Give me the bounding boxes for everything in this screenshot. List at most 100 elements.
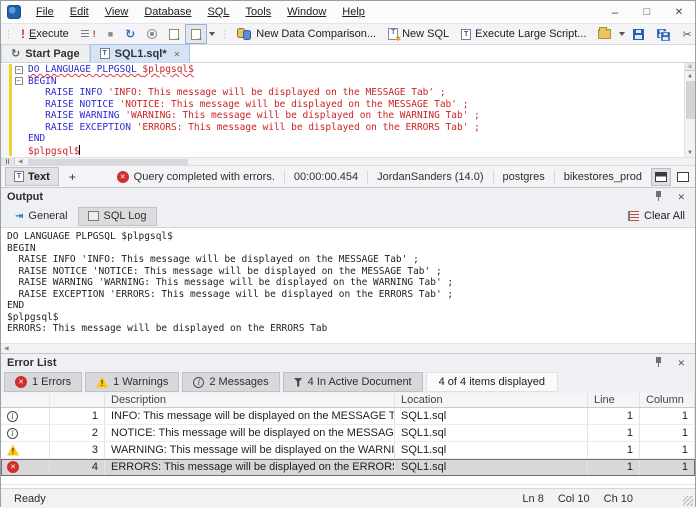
error-close-icon[interactable] xyxy=(677,357,685,369)
execute-button[interactable]: ! Execute xyxy=(15,24,75,44)
text-cursor xyxy=(79,144,81,155)
scroll-thumb[interactable] xyxy=(685,81,695,119)
error-pin-icon[interactable] xyxy=(654,356,663,367)
history-button[interactable]: ↻ xyxy=(119,24,141,44)
save-button[interactable] xyxy=(627,24,650,44)
editor-horizontal-scrollbar[interactable]: ◀ xyxy=(1,157,695,166)
execute-script-button[interactable]: ! xyxy=(75,24,102,44)
col-column[interactable]: Column xyxy=(640,393,695,407)
tab-sql1-sql-[interactable]: SQL1.sql* xyxy=(89,44,191,62)
tab-close-icon[interactable] xyxy=(174,48,181,60)
new-data-comparison-button[interactable]: New Data Comparison... xyxy=(231,24,382,44)
user-name: postgres xyxy=(492,169,554,184)
column-cell: 1 xyxy=(640,425,695,441)
editor-gutter xyxy=(1,64,9,76)
open-file-button[interactable] xyxy=(592,24,617,44)
menu-sql[interactable]: SQL xyxy=(199,4,237,20)
filter-4-in-active-document[interactable]: 4 In Active Document xyxy=(282,372,423,392)
menu-window[interactable]: Window xyxy=(279,4,334,20)
output-line: $plpgsql$ xyxy=(7,311,59,323)
menu-view[interactable]: View xyxy=(97,4,137,20)
text-view-icon xyxy=(14,171,24,182)
export-document-button[interactable] xyxy=(163,24,185,44)
import-document-button[interactable] xyxy=(185,24,208,44)
execute-large-script-button[interactable]: Execute Large Script... xyxy=(455,24,592,44)
code-line: RAISE INFO 'INFO: This message will be d… xyxy=(1,87,684,99)
error-row[interactable]: 1INFO: This message will be displayed on… xyxy=(1,408,695,425)
char-indicator: Ch 10 xyxy=(603,492,633,505)
error-row[interactable]: 2NOTICE: This message will be displayed … xyxy=(1,425,695,442)
warning-icon xyxy=(96,376,109,388)
full-view-button[interactable] xyxy=(673,168,693,186)
output-tab-sql-log[interactable]: SQL Log xyxy=(77,206,157,226)
pin-icon[interactable] xyxy=(654,190,663,201)
menu-edit[interactable]: Edit xyxy=(62,4,97,20)
editor-gutter xyxy=(1,75,9,87)
maximize-button[interactable] xyxy=(631,2,663,22)
tab-label: SQL1.sql* xyxy=(114,47,167,60)
toolbar-grip-2[interactable]: ⋮ xyxy=(217,29,231,40)
fold-column xyxy=(12,122,25,134)
output-scroll-left-icon[interactable]: ◀ xyxy=(1,345,12,352)
cut-button[interactable]: ✂ xyxy=(676,24,696,44)
editor-gutter xyxy=(1,87,9,99)
fold-collapse-icon[interactable] xyxy=(14,65,23,74)
minimize-button[interactable] xyxy=(599,2,631,22)
text-view-tab[interactable]: Text xyxy=(5,167,59,186)
new-sql-button[interactable]: New SQL xyxy=(382,24,455,44)
scroll-left-icon[interactable]: ◀ xyxy=(15,158,26,165)
col-icon[interactable] xyxy=(1,393,50,407)
line-cell: 1 xyxy=(588,425,640,441)
output-horizontal-scrollbar[interactable]: ◀ xyxy=(1,343,695,353)
menu-file[interactable]: File xyxy=(28,4,62,20)
scroll-down-icon[interactable]: ▼ xyxy=(688,148,692,157)
code-text: DO LANGUAGE PLPGSQL $plpgsql$ xyxy=(28,64,194,75)
line-cell: 1 xyxy=(588,442,640,458)
col-line[interactable]: Line xyxy=(588,393,640,407)
execute-script-bang: ! xyxy=(92,29,96,39)
output-tab-label: SQL Log xyxy=(103,210,147,222)
col-location[interactable]: Location xyxy=(395,393,588,407)
message-icon xyxy=(193,376,205,388)
clear-all-button[interactable]: Clear All xyxy=(620,207,693,226)
close-panel-icon[interactable] xyxy=(677,191,685,203)
output-tab-general[interactable]: General xyxy=(5,207,78,226)
code-area[interactable]: DO LANGUAGE PLPGSQL $plpgsql$BEGIN RAISE… xyxy=(1,63,684,157)
open-file-caret-icon[interactable] xyxy=(619,32,626,36)
description-cell: INFO: This message will be displayed on … xyxy=(105,408,395,424)
save-all-button[interactable] xyxy=(650,24,676,44)
code-text: RAISE NOTICE 'NOTICE: This message will … xyxy=(45,98,469,110)
code-line: RAISE NOTICE 'NOTICE: This message will … xyxy=(1,98,684,110)
resize-grip[interactable] xyxy=(683,496,693,506)
editor-gutter xyxy=(1,110,9,122)
filter-2-messages[interactable]: 2 Messages xyxy=(182,372,280,392)
tab-start-page[interactable]: Start Page xyxy=(1,44,90,62)
import-document-icon xyxy=(191,28,203,42)
filter-1-warnings[interactable]: 1 Warnings xyxy=(85,372,180,392)
close-button[interactable] xyxy=(663,2,695,22)
stop-button[interactable]: ■ xyxy=(102,24,119,44)
menu-help[interactable]: Help xyxy=(334,4,373,20)
error-row[interactable]: 3WARNING: This message will be displayed… xyxy=(1,442,695,459)
hscroll-thumb[interactable] xyxy=(27,158,188,165)
split-view-button[interactable] xyxy=(651,167,671,186)
severity-cell xyxy=(1,442,50,458)
sql-editor[interactable]: DO LANGUAGE PLPGSQL $plpgsql$BEGIN RAISE… xyxy=(1,63,695,157)
fold-collapse-icon[interactable] xyxy=(14,77,23,86)
output-text[interactable]: DO LANGUAGE PLPGSQL $plpgsql$ BEGIN RAISE… xyxy=(1,227,695,343)
menu-database[interactable]: Database xyxy=(136,4,199,20)
col-description[interactable]: Description xyxy=(105,393,395,407)
add-view-button[interactable]: + xyxy=(59,170,86,184)
editor-vertical-scrollbar[interactable]: ▲ ▼ xyxy=(684,63,695,157)
output-line: END xyxy=(7,300,25,311)
filter-1-errors[interactable]: 1 Errors xyxy=(4,372,83,392)
profiler-button[interactable] xyxy=(141,24,163,44)
menu-tools[interactable]: Tools xyxy=(237,4,279,20)
split-handle-icon[interactable] xyxy=(685,63,695,71)
toolbar-grip[interactable]: ⋮ xyxy=(1,29,15,40)
dropdown-caret-icon[interactable] xyxy=(209,32,216,36)
number-cell: 3 xyxy=(50,442,105,458)
error-row[interactable]: 4ERRORS: This message will be displayed … xyxy=(1,459,695,476)
scroll-up-icon[interactable]: ▲ xyxy=(688,71,692,80)
col-number[interactable] xyxy=(50,393,105,407)
